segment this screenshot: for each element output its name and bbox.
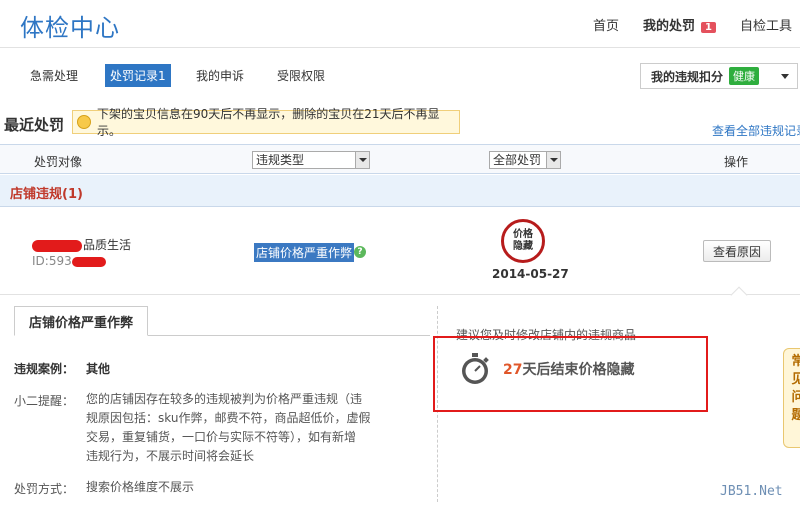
tab-penalty-records[interactable]: 处罚记录1 (105, 64, 171, 87)
case-label: 违规案例： (14, 362, 75, 376)
tab-my-appeals[interactable]: 我的申诉 (191, 64, 249, 87)
select-arrow-icon (546, 152, 560, 168)
deduction-label: 我的违规扣分 (651, 69, 724, 84)
stamp-line-1: 价格 (513, 229, 533, 240)
notice-text: 下架的宝贝信息在90天后不再显示，删除的宝贝在21天后不再显示。 (97, 107, 440, 138)
view-all-violations-link[interactable]: 查看全部违规记录 (712, 122, 800, 139)
violation-type-select-value: 违规类型 (256, 153, 305, 167)
shop-name[interactable]: 品质生活 (32, 236, 131, 253)
tip-text: 您的店铺因存在较多的违规被判为价格严重违规（违 规原因包括：sku作弊，邮费不符… (86, 390, 431, 466)
redaction-mark (32, 239, 82, 252)
shop-id: ID:593 (32, 254, 106, 268)
price-hidden-stamp-icon: 价格 隐藏 (501, 219, 545, 263)
view-reason-button[interactable]: 查看原因 (703, 240, 771, 262)
col-action: 操作 (724, 155, 749, 169)
tab-restricted-permissions[interactable]: 受限权限 (272, 64, 330, 87)
stopwatch-icon (462, 353, 489, 384)
top-nav: 首页 我的处罚 1 自检工具 (593, 15, 800, 34)
method-label: 处罚方式： (14, 482, 75, 496)
chevron-down-icon (781, 74, 789, 79)
tip-line: 交易，重复铺货，一口价与实际不符等），如有新增 (86, 430, 357, 444)
stamp-line-2: 隐藏 (513, 241, 533, 252)
watermark: JB51.Net (720, 484, 783, 499)
violation-type-label[interactable]: 店铺价格严重作弊 (254, 243, 355, 262)
lightbulb-icon (77, 115, 91, 129)
shop-violations-section: 店铺违规(1) (0, 175, 800, 207)
notice-banner: 下架的宝贝信息在90天后不再显示，删除的宝贝在21天后不再显示。 (72, 107, 460, 138)
tip-label: 小二提醒： (14, 394, 75, 408)
top-bar: 体检中心 首页 我的处罚 1 自检工具 (0, 0, 800, 48)
deduction-dropdown[interactable]: 我的违规扣分 健康 (640, 63, 798, 89)
select-arrow-icon (355, 152, 369, 168)
section-title: 店铺违规(1) (10, 187, 83, 202)
faq-char: 常 (791, 354, 800, 369)
tip-line: 违规行为，不展示时间将会延长 (86, 449, 255, 463)
health-status-badge: 健康 (729, 67, 760, 85)
tip-line: 规原因包括：sku作弊，邮费不符，商品超低价，虚假 (86, 411, 371, 425)
detail-tab[interactable]: 店铺价格严重作弊 (14, 306, 148, 336)
penalty-detail-panel: 店铺价格严重作弊 违规案例： 其他 小二提醒： 您的店铺因存在较多的违规被判为价… (0, 296, 800, 508)
tip-line: 您的店铺因存在较多的违规被判为价格严重违规（违 (86, 392, 363, 406)
faq-side-tab[interactable]: 常 见 问 题 (783, 348, 800, 448)
tab-urgent[interactable]: 急需处理 (25, 64, 83, 87)
violation-type-select[interactable]: 违规类型 (252, 151, 370, 169)
shop-name-text: 品质生活 (83, 238, 132, 252)
nav-home[interactable]: 首页 (593, 15, 619, 34)
countdown-days: 27 (503, 362, 523, 378)
faq-char: 问 (791, 390, 800, 405)
faq-char: 见 (791, 372, 800, 387)
penalty-date: 2014-05-27 (492, 267, 569, 281)
faq-char: 题 (791, 408, 800, 423)
help-icon[interactable]: ? (354, 246, 366, 258)
col-target: 处罚对像 (34, 155, 83, 169)
penalty-filter-select[interactable]: 全部处罚 (489, 151, 561, 169)
nav-self-check[interactable]: 自检工具 (740, 15, 792, 34)
brand-title[interactable]: 体检中心 (20, 8, 120, 43)
case-value: 其他 (86, 362, 111, 376)
penalty-count-badge: 1 (701, 22, 716, 33)
countdown-text: 27天后结束价格隐藏 (503, 359, 634, 379)
table-row: 品质生活 ID:593 店铺价格严重作弊 ? 价格 隐藏 2014-05-27 … (0, 207, 800, 295)
shop-id-text: ID:593 (32, 254, 72, 268)
nav-my-penalty-label: 我的处罚 (643, 19, 696, 34)
recent-penalties-title: 最近处罚 (4, 116, 65, 134)
nav-my-penalty[interactable]: 我的处罚 1 (643, 15, 716, 34)
method-value: 搜索价格维度不展示 (86, 480, 195, 494)
countdown-label: 天后结束价格隐藏 (522, 362, 635, 378)
table-header: 处罚对像 违规类型 全部处罚 操作 (0, 144, 800, 174)
redaction-mark (71, 256, 106, 267)
penalty-filter-select-value: 全部处罚 (493, 153, 542, 167)
